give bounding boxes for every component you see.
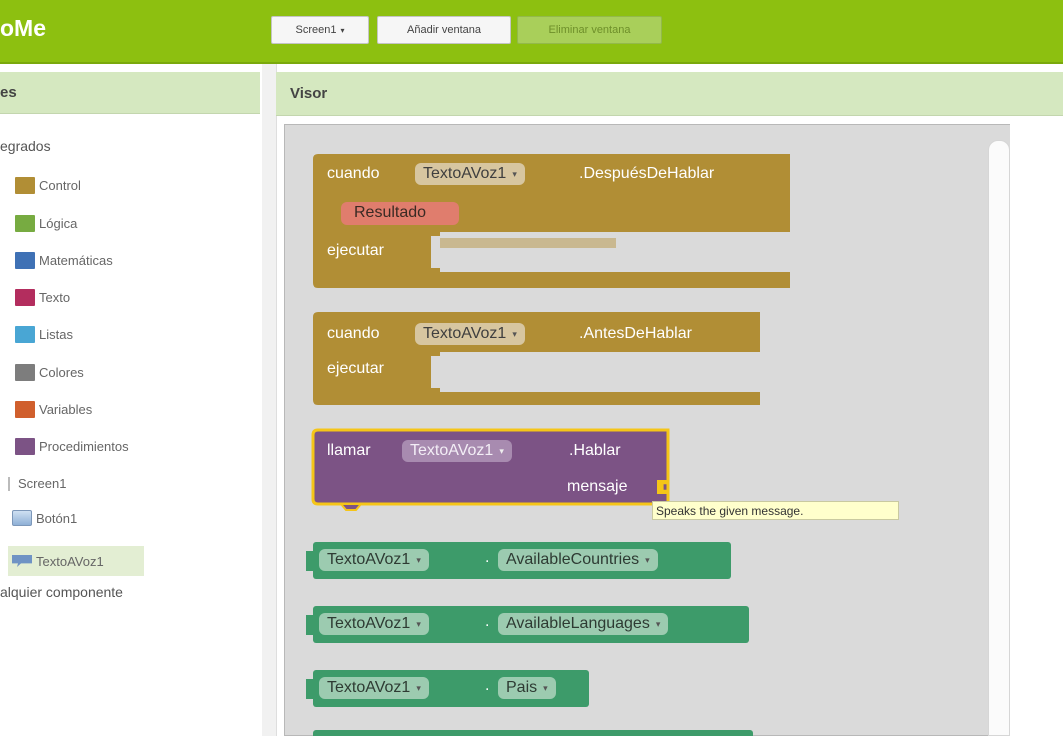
any-component-heading[interactable]: alquier componente [0, 584, 123, 600]
component-dropdown[interactable]: TextoAVoz1 ▾ [415, 163, 525, 185]
tree-component-button1[interactable]: Botón1 [12, 510, 77, 526]
getter-block-partial[interactable] [313, 730, 753, 736]
app-title: oMe [0, 15, 46, 41]
drawer-colors[interactable]: Colores [15, 364, 84, 381]
drawer-label: Colores [39, 365, 84, 380]
component-dropdown-label: TextoAVoz1 [327, 551, 411, 568]
speech-icon [12, 555, 32, 567]
variables-swatch-icon [15, 401, 35, 418]
remove-window-button: Eliminar ventana [517, 16, 662, 44]
property-dropdown-label: AvailableLanguages [506, 615, 650, 632]
property-dropdown[interactable]: AvailableCountries ▾ [498, 549, 658, 571]
property-dropdown[interactable]: AvailableLanguages ▾ [498, 613, 669, 635]
method-name-label: .Hablar [569, 442, 621, 459]
event-param-chip[interactable]: Resultado [354, 204, 426, 222]
drawer-label: Matemáticas [39, 253, 113, 268]
workspace-scrollbar[interactable] [988, 140, 1010, 736]
drawer-label: Control [39, 178, 81, 193]
component-dropdown[interactable]: TextoAVoz1 ▾ [319, 613, 429, 635]
procedures-swatch-icon [15, 438, 35, 455]
tooltip: Speaks the given message. [652, 501, 899, 520]
arg-label: mensaje [567, 478, 628, 495]
drawer-label: Procedimientos [39, 439, 129, 454]
drawer-label: Texto [39, 290, 71, 305]
property-dropdown[interactable]: Pais ▾ [498, 677, 556, 699]
tree-line-icon [8, 476, 10, 491]
call-label: llamar [327, 442, 371, 459]
property-dropdown-label: Pais [506, 679, 538, 696]
chevron-down-icon: ▾ [416, 618, 421, 629]
chevron-down-icon: ▾ [416, 682, 421, 693]
dot-label: . [485, 613, 490, 630]
button-icon [12, 510, 32, 526]
colors-swatch-icon [15, 364, 35, 381]
drawer-lists[interactable]: Listas [15, 326, 73, 343]
chevron-down-icon: ▾ [499, 445, 504, 456]
event-name-label: .DespuésDeHablar [579, 165, 715, 182]
screen-select[interactable]: Screen1 ▾ [271, 16, 369, 44]
panel-splitter[interactable] [262, 64, 277, 736]
top-bar: oMe Screen1 ▾ Añadir ventana Eliminar ve… [0, 0, 1063, 64]
event-do-label: ejecutar [327, 242, 384, 259]
property-dropdown-label: AvailableCountries [506, 551, 640, 568]
control-swatch-icon [15, 177, 35, 194]
component-dropdown[interactable]: TextoAVoz1 ▾ [415, 323, 525, 345]
component-dropdown[interactable]: TextoAVoz1 ▾ [319, 549, 429, 571]
lists-swatch-icon [15, 326, 35, 343]
add-window-button[interactable]: Añadir ventana [377, 16, 511, 44]
blocks-panel-header: es [0, 72, 260, 114]
math-swatch-icon [15, 252, 35, 269]
drawer-label: Lógica [39, 216, 78, 231]
drawer-label: Listas [39, 327, 73, 342]
component-dropdown-label: TextoAVoz1 [327, 615, 411, 632]
chevron-down-icon: ▾ [645, 554, 650, 565]
drawer-procedures[interactable]: Procedimientos [15, 438, 129, 455]
drawer-math[interactable]: Matemáticas [15, 252, 113, 269]
drawer-control[interactable]: Control [15, 177, 81, 194]
component-dropdown[interactable]: TextoAVoz1 ▾ [319, 677, 429, 699]
blocks-panel: es egrados Control Lógica Matemáticas Te… [0, 64, 263, 736]
tree-screen1-label: Screen1 [18, 476, 67, 491]
event-name-label: .AntesDeHablar [579, 325, 692, 342]
component-dropdown-label: TextoAVoz1 [423, 165, 507, 182]
logic-swatch-icon [15, 215, 35, 232]
builtin-heading[interactable]: egrados [0, 138, 51, 154]
component-dropdown[interactable]: TextoAVoz1 ▾ [402, 440, 512, 462]
component-dropdown-label: TextoAVoz1 [327, 679, 411, 696]
tree-component-label: TextoAVoz1 [36, 553, 104, 569]
dot-label: . [485, 549, 490, 566]
chevron-down-icon: ▾ [512, 328, 517, 339]
event-when-label: cuando [327, 165, 380, 182]
viewer-header: Visor [276, 72, 1063, 116]
tree-component-textoavoz1[interactable]: TextoAVoz1 [8, 546, 144, 576]
drawer-logic[interactable]: Lógica [15, 215, 77, 232]
text-swatch-icon [15, 289, 35, 306]
drawer-label: Variables [39, 402, 93, 417]
screen-select-label: Screen1 [295, 24, 337, 36]
tree-component-label: Botón1 [36, 510, 78, 526]
chevron-down-icon: ▾ [416, 554, 421, 565]
drawer-text[interactable]: Texto [15, 289, 70, 306]
event-do-label: ejecutar [327, 360, 384, 377]
chevron-down-icon: ▾ [655, 618, 661, 629]
dot-label: . [485, 677, 490, 694]
event-when-label: cuando [327, 325, 380, 342]
component-dropdown-label: TextoAVoz1 [423, 325, 507, 342]
workspace-right-area [1010, 124, 1063, 736]
chevron-down-icon: ▾ [340, 25, 345, 35]
drawer-variables[interactable]: Variables [15, 401, 92, 418]
tree-screen1[interactable]: Screen1 [8, 476, 66, 491]
component-dropdown-label: TextoAVoz1 [410, 442, 494, 459]
chevron-down-icon: ▾ [512, 168, 517, 179]
chevron-down-icon: ▾ [543, 682, 548, 693]
